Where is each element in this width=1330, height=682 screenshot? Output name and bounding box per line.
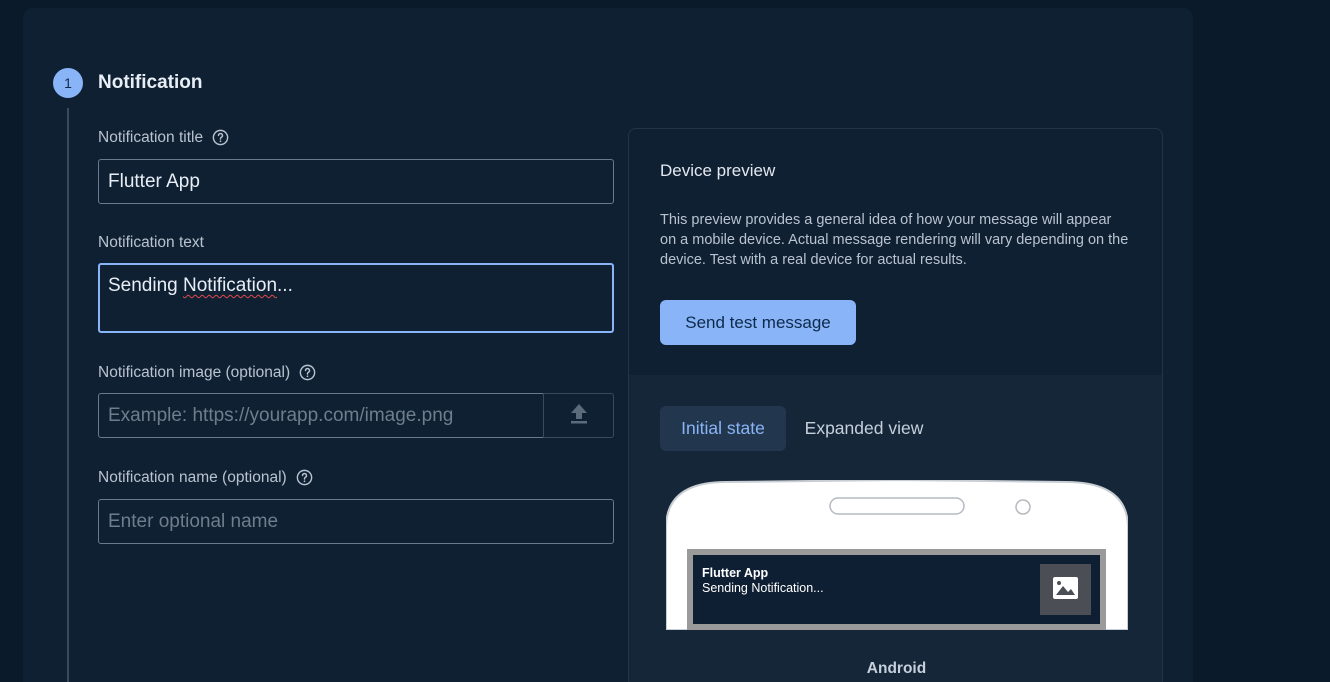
- upload-button[interactable]: [543, 393, 614, 438]
- notification-text-label-row: Notification text: [98, 234, 204, 252]
- device-preview-panel: Device preview This preview provides a g…: [628, 128, 1163, 682]
- preview-display-area: Initial state Expanded view Flutter App …: [629, 375, 1162, 682]
- notification-name-label-row: Notification name (optional): [98, 468, 314, 487]
- help-icon[interactable]: [298, 363, 317, 382]
- notification-image-label-row: Notification image (optional): [98, 363, 317, 382]
- help-icon[interactable]: [211, 128, 230, 147]
- notification-preview-title: Flutter App: [702, 566, 769, 580]
- step-connector-line: [67, 108, 69, 682]
- notification-text-input[interactable]: Sending Notification...: [98, 263, 614, 333]
- platform-label: Android: [866, 660, 927, 677]
- device-preview-title: Device preview: [660, 161, 776, 180]
- notification-title-input[interactable]: Flutter App: [98, 159, 614, 204]
- upload-icon: [568, 401, 590, 430]
- notification-preview-text: Sending Notification...: [702, 581, 824, 595]
- help-icon[interactable]: [295, 468, 314, 487]
- tab-initial-state[interactable]: Initial state: [660, 406, 786, 451]
- notification-image-label: Notification image (optional): [98, 363, 291, 381]
- notification-title-label: Notification title: [98, 128, 204, 146]
- notification-name-input[interactable]: Enter optional name: [98, 499, 614, 544]
- notification-text-label: Notification text: [98, 234, 204, 251]
- android-phone-mockup: Flutter App Sending Notification...: [666, 480, 1128, 630]
- text-value-end: ...: [277, 275, 293, 296]
- notification-image-input[interactable]: Example: https://yourapp.com/image.png: [98, 393, 544, 438]
- send-test-message-button[interactable]: Send test message: [660, 300, 856, 345]
- text-value-start: Sending: [108, 275, 184, 296]
- tab-expanded-view[interactable]: Expanded view: [795, 406, 933, 451]
- notification-name-label: Notification name (optional): [98, 468, 287, 486]
- misspelled-word: Notification: [183, 275, 278, 296]
- device-preview-description: This preview provides a general idea of …: [660, 212, 1129, 268]
- notification-title-label-row: Notification title: [98, 128, 230, 147]
- step-number-badge: 1: [53, 68, 83, 98]
- step-title: Notification: [98, 72, 203, 93]
